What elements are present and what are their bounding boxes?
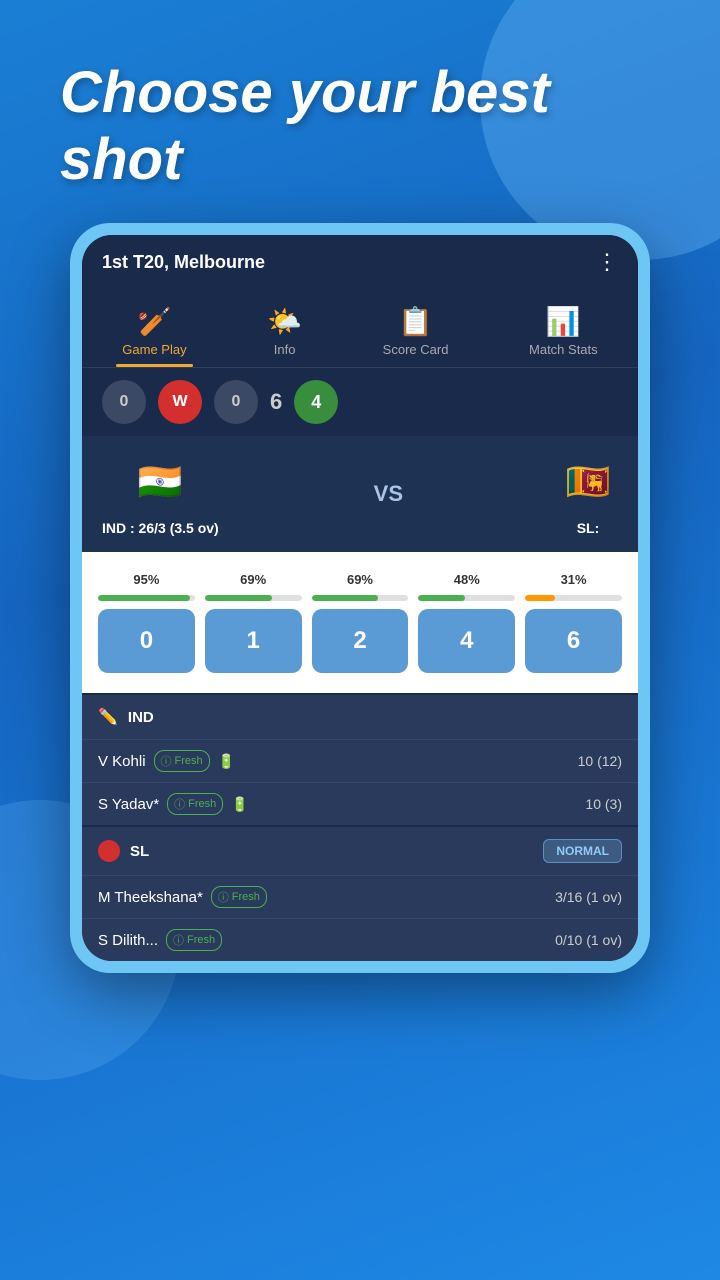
yadav-score: 10 (3) [585, 796, 622, 812]
yadav-fresh: ⓘ Fresh [167, 793, 223, 815]
normal-badge: NORMAL [543, 839, 622, 863]
shot-bar-bg-2 [312, 595, 409, 601]
matchstats-label: Match Stats [529, 342, 598, 357]
phone-screen: 1st T20, Melbourne ⋮ 🏏 Game Play 🌤️ Info… [82, 235, 638, 961]
yadav-name: S Yadav* [98, 796, 159, 813]
ind-label: IND [128, 709, 154, 726]
shot-bar-fill-2 [312, 595, 379, 601]
shot-col-2: 69% 2 [312, 572, 409, 673]
dilith-fresh: ⓘ Fresh [166, 929, 222, 951]
info-circle-icon-3: ⓘ [218, 889, 229, 905]
dilith-left: S Dilith... ⓘ Fresh [98, 929, 222, 951]
pencil-icon: ✏️ [98, 707, 118, 727]
ind-section: ✏️ IND V Kohli ⓘ Fresh 🔋 10 (12) S Yadav… [82, 695, 638, 825]
shot-btn-4[interactable]: 4 [418, 609, 515, 673]
info-icon: 🌤️ [267, 305, 302, 338]
shot-col-6: 31% 6 [525, 572, 622, 673]
match-title: 1st T20, Melbourne [102, 252, 265, 273]
tab-info[interactable]: 🌤️ Info [251, 297, 318, 367]
kohli-battery: 🔋 [218, 753, 235, 770]
kohli-fresh: ⓘ Fresh [154, 750, 210, 772]
away-flag: 🇱🇰 [558, 452, 618, 512]
theekshana-name: M Theekshana* [98, 889, 203, 906]
more-icon[interactable]: ⋮ [596, 249, 618, 275]
shot-pct-0: 95% [133, 572, 159, 587]
yadav-battery: 🔋 [231, 796, 248, 813]
dilith-score: 0/10 (1 ov) [555, 932, 622, 948]
kohli-left: V Kohli ⓘ Fresh 🔋 [98, 750, 235, 772]
hero-title: Choose your best shot [0, 0, 720, 223]
player-yadav: S Yadav* ⓘ Fresh 🔋 10 (3) [82, 782, 638, 825]
tab-gameplay[interactable]: 🏏 Game Play [106, 297, 202, 367]
info-circle-icon-2: ⓘ [174, 796, 185, 812]
tab-matchstats[interactable]: 📊 Match Stats [513, 297, 614, 367]
info-circle-icon: ⓘ [161, 753, 172, 769]
shot-pct-1: 69% [240, 572, 266, 587]
sl-label: SL [130, 843, 149, 860]
sl-left: SL [98, 840, 149, 862]
shot-bar-fill-6 [525, 595, 555, 601]
shot-btn-2[interactable]: 2 [312, 609, 409, 673]
shot-btn-6[interactable]: 6 [525, 609, 622, 673]
shot-bar-bg-6 [525, 595, 622, 601]
ball-6: 6 [270, 389, 282, 415]
shot-bar-fill-0 [98, 595, 190, 601]
player-kohli: V Kohli ⓘ Fresh 🔋 10 (12) [82, 739, 638, 782]
yadav-left: S Yadav* ⓘ Fresh 🔋 [98, 793, 249, 815]
gameplay-icon: 🏏 [137, 305, 172, 338]
scorecard-label: Score Card [383, 342, 449, 357]
shot-btn-1[interactable]: 1 [205, 609, 302, 673]
matchstats-icon: 📊 [546, 305, 581, 338]
away-score: SL: [577, 520, 600, 536]
home-score: IND : 26/3 (3.5 ov) [102, 520, 219, 536]
shot-bar-bg-4 [418, 595, 515, 601]
shot-btn-0[interactable]: 0 [98, 609, 195, 673]
shot-col-0: 95% 0 [98, 572, 195, 673]
ball-4-green: 4 [294, 380, 338, 424]
shot-pct-6: 31% [561, 572, 587, 587]
match-header: 1st T20, Melbourne ⋮ [82, 235, 638, 289]
ind-header: ✏️ IND [82, 695, 638, 739]
sl-dot [98, 840, 120, 862]
kohli-name: V Kohli [98, 753, 146, 770]
phone-frame: 1st T20, Melbourne ⋮ 🏏 Game Play 🌤️ Info… [70, 223, 650, 973]
team-home: 🇮🇳 IND : 26/3 (3.5 ov) [102, 452, 219, 536]
ball-0-first: 0 [102, 380, 146, 424]
tab-scorecard[interactable]: 📋 Score Card [367, 297, 465, 367]
player-theekshana: M Theekshana* ⓘ Fresh 3/16 (1 ov) [82, 875, 638, 918]
kohli-score: 10 (12) [578, 753, 622, 769]
sl-section: SL NORMAL M Theekshana* ⓘ Fresh 3/16 (1 … [82, 827, 638, 961]
vs-text: VS [374, 481, 403, 507]
ball-0-second: 0 [214, 380, 258, 424]
shot-bar-fill-4 [418, 595, 464, 601]
tab-bar: 🏏 Game Play 🌤️ Info 📋 Score Card 📊 Match… [82, 289, 638, 368]
shot-bar-fill-1 [205, 595, 272, 601]
shot-section: 95% 0 69% 1 69% [82, 552, 638, 693]
theekshana-fresh: ⓘ Fresh [211, 886, 267, 908]
dilith-name: S Dilith... [98, 932, 158, 949]
shot-pct-4: 48% [454, 572, 480, 587]
theekshana-score: 3/16 (1 ov) [555, 889, 622, 905]
ball-tracker: 0 W 0 6 4 [82, 368, 638, 436]
info-circle-icon-4: ⓘ [173, 932, 184, 948]
gameplay-label: Game Play [122, 342, 186, 357]
shot-bar-bg-1 [205, 595, 302, 601]
teams-section: 🇮🇳 IND : 26/3 (3.5 ov) VS 🇱🇰 SL: [82, 436, 638, 552]
player-dilith: S Dilith... ⓘ Fresh 0/10 (1 ov) [82, 918, 638, 961]
home-flag: 🇮🇳 [130, 452, 190, 512]
team-away: 🇱🇰 SL: [558, 452, 618, 536]
shot-bar-bg-0 [98, 595, 195, 601]
shot-col-1: 69% 1 [205, 572, 302, 673]
shot-pct-2: 69% [347, 572, 373, 587]
sl-header: SL NORMAL [82, 827, 638, 875]
shot-row: 95% 0 69% 1 69% [98, 572, 622, 673]
ball-w: W [158, 380, 202, 424]
info-label: Info [274, 342, 296, 357]
theekshana-left: M Theekshana* ⓘ Fresh [98, 886, 267, 908]
shot-col-4: 48% 4 [418, 572, 515, 673]
scorecard-icon: 📋 [398, 305, 433, 338]
